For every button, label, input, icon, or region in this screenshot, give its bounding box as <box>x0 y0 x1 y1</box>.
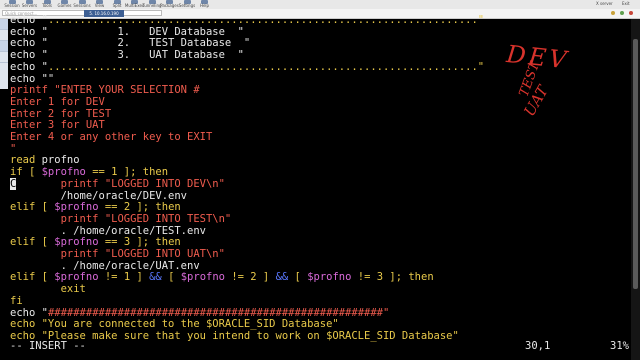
cursor-position: 30,1 <box>525 340 551 352</box>
left-sidebar <box>0 19 8 89</box>
sidebar-tab-tools[interactable] <box>0 30 8 41</box>
toolbar-item-label: Sessions <box>73 3 91 8</box>
code-token: echo " 1. DEV Database " <box>10 25 244 38</box>
code-token: Enter 2 for TEST <box>10 107 112 120</box>
code-token: profno <box>41 154 80 167</box>
code-token: echo " <box>10 14 48 26</box>
code-token: printf "LOGGED INTO DEV\n" <box>16 177 225 190</box>
code-token: printf "LOGGED INTO UAT\n" <box>10 248 225 260</box>
toolbar-item-label: Servers <box>21 3 38 8</box>
code-token: fi <box>10 294 23 307</box>
code-token: != 3 ]; then <box>351 271 434 284</box>
code-token: echo " <box>10 60 48 73</box>
code-token: [ <box>288 271 308 284</box>
code-token: $profno <box>307 271 352 284</box>
code-token: echo " <box>10 306 48 319</box>
code-token: [ <box>161 271 181 284</box>
code-line: Enter 4 or any other key to EXIT <box>10 131 213 144</box>
code-token: Enter 4 or any other key to EXIT <box>10 131 213 143</box>
code-token: elif [ <box>10 271 55 284</box>
code-token: != 2 ] <box>225 271 276 284</box>
code-token: elif [ <box>10 201 55 214</box>
toolbar-item-label: View <box>94 3 105 8</box>
code-token: elif [ <box>10 236 55 249</box>
code-token: $profno <box>41 166 86 179</box>
code-token: printf "ENTER YOUR SELECTION # <box>10 84 200 97</box>
code-token: . /home/oracle/UAT.env <box>10 259 200 272</box>
code-token: echo "You are connected to the $ORACLE_S… <box>10 318 339 331</box>
toolbar-item-label: Split <box>112 3 122 8</box>
toolbar-item-help[interactable]: Help <box>195 0 215 8</box>
vertical-scrollbar[interactable] <box>631 19 640 360</box>
sidebar-tab-sftp[interactable] <box>0 52 8 63</box>
x-server-button[interactable]: X server <box>596 1 613 6</box>
code-token: Enter 1 for DEV <box>10 95 105 108</box>
sidebar-tab-sessions[interactable] <box>0 19 8 30</box>
code-token: $profno <box>54 236 99 249</box>
toolbar-item-label: Settings <box>178 3 196 8</box>
code-token: != 1 ] <box>98 271 150 284</box>
vim-status-line: -- INSERT -- 30,1 31% <box>10 340 630 352</box>
scroll-percent: 31% <box>610 340 629 352</box>
code-token: ........................................… <box>47 60 485 73</box>
code-token: == 2 ]; then <box>98 201 181 214</box>
code-token: echo "" <box>10 72 55 85</box>
code-token: Enter 3 for UAT <box>10 119 105 132</box>
code-token: if [ <box>10 166 42 179</box>
toolbar-item-label: Help <box>199 3 210 8</box>
code-token: ........................................… <box>47 14 485 26</box>
code-token: ########################################… <box>47 306 390 319</box>
code-token: /home/oracle/DEV.env <box>10 189 188 202</box>
scrollbar-thumb[interactable] <box>633 39 638 289</box>
code-token: printf "LOGGED INTO TEST\n" <box>10 212 232 225</box>
code-token: $profno <box>54 271 99 284</box>
toolbar-item-label: Tools <box>42 3 52 8</box>
code-token: echo " 2. TEST Database " <box>10 37 251 50</box>
code-token: == 1 ]; then <box>85 166 169 179</box>
code-token: . /home/oracle/TEST.env <box>10 224 206 237</box>
exit-button[interactable]: Exit <box>622 1 630 6</box>
mode-indicator: -- INSERT -- <box>10 340 86 352</box>
sidebar-tab-macros[interactable] <box>0 41 8 52</box>
code-token: echo " 3. UAT Database " <box>10 49 244 62</box>
code-token: " <box>10 142 17 155</box>
code-token: $profno <box>180 271 225 284</box>
toolbar-item-label: Games <box>57 3 72 8</box>
code-token: $profno <box>54 201 99 214</box>
toolbar-item-label: Session <box>4 3 20 8</box>
code-token: && <box>275 271 289 284</box>
code-token: read <box>10 154 42 167</box>
code-token: == 3 ]; then <box>98 236 181 249</box>
code-token: && <box>149 271 162 284</box>
code-line: echo "..................................… <box>10 60 485 74</box>
code-token: exit <box>10 283 86 296</box>
